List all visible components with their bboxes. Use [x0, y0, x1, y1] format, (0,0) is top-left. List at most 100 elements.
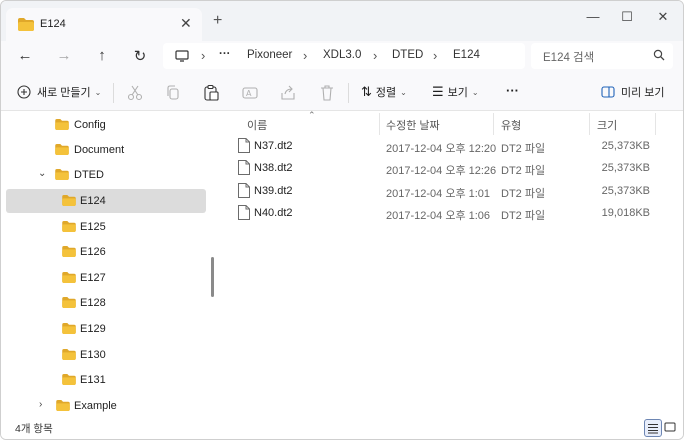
breadcrumb-separator: ›	[201, 48, 206, 63]
search-input[interactable]: E124 검색	[543, 49, 594, 65]
table-row[interactable]: N40.dt2 2017-12-04 오후 1:06 DT2 파일 19,018…	[234, 203, 674, 225]
file-size: 19,018KB	[601, 207, 650, 219]
close-button[interactable]: ✕	[653, 9, 673, 27]
sidebar-item-e127[interactable]: E127	[6, 266, 206, 290]
sidebar-item-document[interactable]: Document	[6, 138, 206, 162]
folder-icon	[56, 400, 70, 411]
column-header-type[interactable]: 유형	[501, 117, 521, 133]
search-icon	[653, 49, 665, 61]
command-bar: 새로 만들기 ⌄ A ⇅ 정렬 ⌄ ☰ 보기 ⌄ ··· 미리 보기	[1, 73, 683, 111]
sort-button[interactable]: ⇅ 정렬 ⌄	[361, 83, 407, 101]
sidebar-scrollbar[interactable]	[211, 257, 214, 297]
item-count: 4개 항목	[15, 423, 53, 435]
chevron-right-icon[interactable]: ›	[39, 399, 42, 410]
column-divider[interactable]	[493, 113, 494, 135]
table-row[interactable]: N38.dt2 2017-12-04 오후 12:26 DT2 파일 25,37…	[234, 158, 674, 180]
sort-label: 정렬	[375, 87, 397, 99]
folder-icon	[62, 246, 76, 257]
breadcrumb-more-button[interactable]: ···	[219, 48, 231, 60]
details-view-button[interactable]	[644, 419, 662, 437]
column-header-name[interactable]: 이름	[247, 117, 267, 133]
breadcrumb-xdl[interactable]: XDL3.0	[323, 49, 361, 61]
sidebar-item-label: E129	[80, 323, 106, 335]
file-icon	[238, 138, 250, 153]
folder-icon	[55, 169, 69, 180]
folder-icon	[62, 349, 76, 360]
table-row[interactable]: N37.dt2 2017-12-04 오후 12:20 DT2 파일 25,37…	[234, 136, 674, 158]
maximize-button[interactable]: ☐	[617, 9, 637, 27]
sidebar-item-e124[interactable]: E124	[6, 189, 206, 213]
forward-button[interactable]: →	[53, 47, 75, 67]
sidebar-item-label: E130	[80, 349, 106, 361]
chevron-down-icon[interactable]: ⌄	[38, 168, 46, 179]
file-type: DT2 파일	[501, 143, 546, 155]
preview-pane-icon	[601, 86, 615, 98]
folder-icon	[18, 18, 34, 31]
folder-icon	[55, 144, 69, 155]
sidebar-item-dted[interactable]: ⌄ DTED	[6, 163, 206, 187]
file-icon	[238, 205, 250, 220]
sort-icon: ⇅	[361, 84, 372, 99]
copy-icon[interactable]	[164, 84, 182, 102]
column-divider[interactable]	[379, 113, 380, 135]
new-button[interactable]: 새로 만들기 ⌄	[17, 83, 101, 101]
column-divider[interactable]	[589, 113, 590, 135]
cut-icon[interactable]	[126, 84, 144, 102]
column-header-size[interactable]: 크기	[597, 117, 617, 133]
sidebar-item-config[interactable]: Config	[6, 113, 206, 137]
file-size: 25,373KB	[601, 185, 650, 197]
back-button[interactable]: ←	[14, 47, 36, 67]
share-icon[interactable]	[279, 84, 297, 102]
file-name: N38.dt2	[254, 162, 293, 174]
tab-close-icon[interactable]: ✕	[180, 15, 192, 32]
folder-icon	[55, 119, 69, 130]
folder-icon	[62, 272, 76, 283]
sidebar-item-label: Config	[74, 119, 106, 131]
sidebar-item-example[interactable]: › Example	[6, 394, 206, 418]
sidebar-item-e130[interactable]: E130	[6, 343, 206, 367]
navigation-pane: Config Document ⌄ DTED E124 E125 E126 E1…	[1, 111, 215, 417]
view-button[interactable]: ☰ 보기 ⌄	[432, 83, 479, 101]
sidebar-item-e129[interactable]: E129	[6, 317, 206, 341]
new-tab-button[interactable]: +	[213, 12, 222, 30]
tab-e124[interactable]: E124 ✕	[6, 8, 202, 41]
sidebar-item-e128[interactable]: E128	[6, 291, 206, 315]
tiles-view-button[interactable]	[662, 419, 680, 437]
file-name: N39.dt2	[254, 185, 293, 197]
chevron-down-icon: ⌄	[471, 87, 479, 97]
delete-icon[interactable]	[318, 84, 336, 102]
breadcrumb-separator: ›	[433, 48, 438, 63]
preview-pane-button[interactable]: 미리 보기	[601, 83, 665, 101]
file-list: 이름 ⌃ 수정한 날짜 유형 크기 N37.dt2 2017-12-04 오후 …	[220, 110, 683, 417]
computer-icon	[175, 50, 189, 62]
sidebar-item-e126[interactable]: E126	[6, 240, 206, 264]
status-bar: 4개 항목	[1, 417, 683, 439]
file-date: 2017-12-04 오후 12:26	[386, 165, 497, 177]
sidebar-item-label: Example	[74, 400, 117, 412]
minimize-button[interactable]: —	[583, 9, 603, 27]
sidebar-item-e131[interactable]: E131	[6, 368, 206, 392]
refresh-button[interactable]: ↻	[129, 47, 151, 67]
breadcrumb-dted[interactable]: DTED	[392, 49, 423, 61]
sidebar-item-label: E131	[80, 374, 106, 386]
more-options-button[interactable]: ···	[506, 81, 519, 99]
table-row[interactable]: N39.dt2 2017-12-04 오후 1:01 DT2 파일 25,373…	[234, 181, 674, 203]
up-button[interactable]: ↑	[91, 47, 113, 67]
paste-icon[interactable]	[202, 84, 220, 102]
column-divider[interactable]	[655, 113, 656, 135]
sidebar-item-e125[interactable]: E125	[6, 215, 206, 239]
breadcrumb-pixoneer[interactable]: Pixoneer	[247, 49, 292, 61]
rename-icon[interactable]: A	[241, 84, 259, 102]
search-box[interactable]: E124 검색	[531, 43, 673, 69]
breadcrumb-e124[interactable]: E124	[453, 49, 480, 61]
file-date: 2017-12-04 오후 12:20	[386, 143, 497, 155]
breadcrumb-separator: ›	[303, 48, 308, 63]
folder-icon	[62, 323, 76, 334]
sidebar-item-label: E127	[80, 272, 106, 284]
address-bar[interactable]: › ··· Pixoneer › XDL3.0 › DTED › E124	[163, 43, 525, 69]
tab-title: E124	[40, 18, 66, 30]
view-list-icon: ☰	[432, 84, 444, 99]
sidebar-item-label: E128	[80, 297, 106, 309]
file-date: 2017-12-04 오후 1:01	[386, 188, 491, 200]
column-header-date[interactable]: 수정한 날짜	[386, 117, 440, 133]
